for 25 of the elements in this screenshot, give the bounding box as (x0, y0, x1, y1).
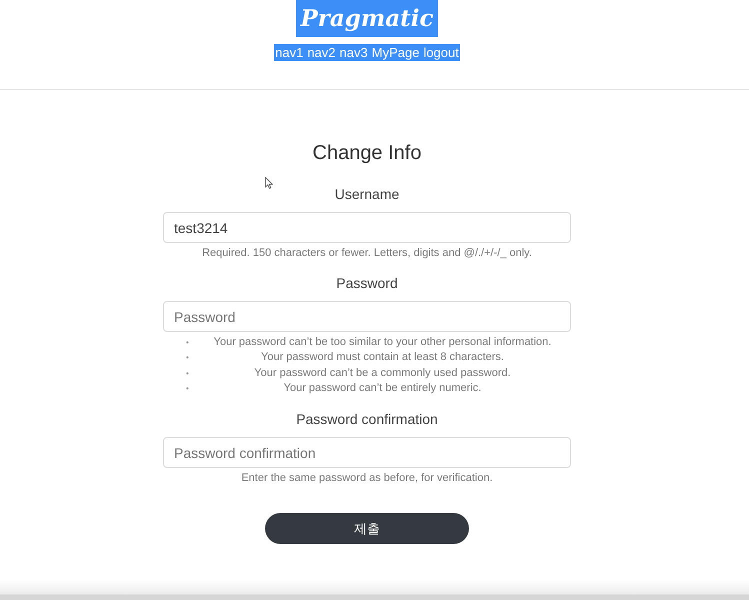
bullet-marker: • (186, 368, 190, 380)
help-list-item: Your password must contain at least 8 characters. (261, 350, 504, 366)
nav-link[interactable]: MyPage (372, 44, 420, 61)
nav-link[interactable]: nav1 (275, 44, 304, 61)
mouse-pointer-icon (265, 177, 273, 189)
nav-link[interactable]: nav3 (340, 44, 368, 61)
help-list-item: Your password can’t be a commonly used password. (254, 366, 511, 381)
nav-link[interactable]: logout (423, 44, 459, 61)
help-text: Enter the same password as before, for verification. (241, 471, 493, 486)
bullet-marker: • (186, 383, 190, 396)
input-field[interactable]: Password confirmation (163, 437, 571, 468)
bullet-marker: • (186, 352, 190, 364)
bullet-marker: • (186, 337, 190, 350)
site-logo[interactable]: Pragmatic (296, 0, 438, 37)
submit-button[interactable]: 제출 (265, 513, 469, 544)
help-list-item: Your password can’t be too similar to your other personal information. (214, 335, 552, 350)
input-field[interactable]: Password (163, 301, 571, 332)
field-label: Password (336, 274, 398, 293)
input-field[interactable]: test3214 (163, 212, 571, 243)
form-title: Change Info (312, 141, 422, 165)
help-text: Required. 150 characters or fewer. Letters, digits and @/./+/-/_ only. (202, 246, 532, 260)
field-label: Username (334, 185, 400, 204)
help-list-item: Your password can’t be entirely numeric. (284, 381, 482, 396)
field-label: Password confirmation (296, 410, 438, 430)
nav-link[interactable]: nav2 (307, 44, 336, 61)
